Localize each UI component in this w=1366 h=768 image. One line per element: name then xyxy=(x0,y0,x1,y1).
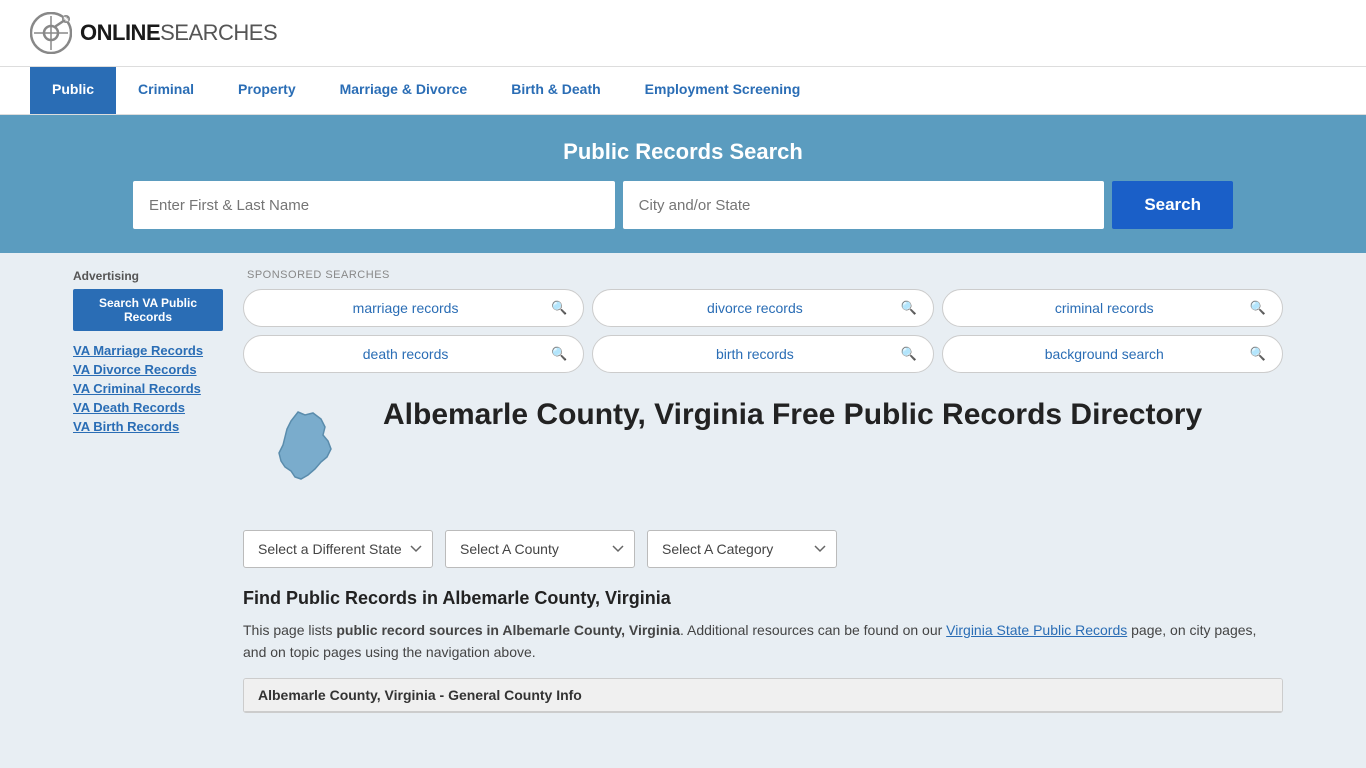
county-info-title: Albemarle County, Virginia - General Cou… xyxy=(244,679,1282,712)
page-header: Albemarle County, Virginia Free Public R… xyxy=(243,397,1283,510)
search-banner-title: Public Records Search xyxy=(30,139,1336,165)
search-icon-birth: 🔍 xyxy=(900,346,916,362)
logo[interactable]: ONLINESEARCHES xyxy=(30,12,277,54)
sponsored-marriage-records[interactable]: marriage records 🔍 xyxy=(243,289,584,327)
state-map xyxy=(243,397,363,510)
search-banner: Public Records Search Search xyxy=(0,115,1366,253)
dropdowns-row: Select a Different State Select A County… xyxy=(243,530,1283,568)
sidebar-ad-button[interactable]: Search VA Public Records xyxy=(73,289,223,331)
search-button[interactable]: Search xyxy=(1112,181,1233,229)
find-records-title: Find Public Records in Albemarle County,… xyxy=(243,588,1283,609)
search-icon-criminal: 🔍 xyxy=(1250,300,1266,316)
logo-text: ONLINESEARCHES xyxy=(80,20,277,46)
sidebar-link-va-marriage[interactable]: VA Marriage Records xyxy=(73,343,223,358)
site-header: ONLINESEARCHES xyxy=(0,0,1366,67)
sponsored-divorce-records[interactable]: divorce records 🔍 xyxy=(592,289,933,327)
content-area: SPONSORED SEARCHES marriage records 🔍 di… xyxy=(233,253,1303,733)
sponsored-grid: marriage records 🔍 divorce records 🔍 cri… xyxy=(243,289,1283,373)
nav-item-public[interactable]: Public xyxy=(30,67,116,114)
main-content: Advertising Search VA Public Records VA … xyxy=(63,253,1303,733)
name-search-input[interactable] xyxy=(133,181,615,229)
sidebar-link-va-death[interactable]: VA Death Records xyxy=(73,400,223,415)
sidebar-link-va-birth[interactable]: VA Birth Records xyxy=(73,419,223,434)
search-icon-marriage: 🔍 xyxy=(551,300,567,316)
category-dropdown[interactable]: Select A Category xyxy=(647,530,837,568)
sidebar-ad-label: Advertising xyxy=(73,269,223,283)
sponsored-death-records[interactable]: death records 🔍 xyxy=(243,335,584,373)
county-info-box: Albemarle County, Virginia - General Cou… xyxy=(243,678,1283,713)
state-dropdown[interactable]: Select a Different State xyxy=(243,530,433,568)
search-form: Search xyxy=(133,181,1233,229)
sponsored-label: SPONSORED SEARCHES xyxy=(247,269,1283,281)
search-icon-divorce: 🔍 xyxy=(900,300,916,316)
sidebar: Advertising Search VA Public Records VA … xyxy=(63,253,233,733)
location-search-input[interactable] xyxy=(623,181,1105,229)
sponsored-background-search[interactable]: background search 🔍 xyxy=(942,335,1283,373)
page-title: Albemarle County, Virginia Free Public R… xyxy=(383,397,1202,433)
county-dropdown[interactable]: Select A County xyxy=(445,530,635,568)
nav-item-employment[interactable]: Employment Screening xyxy=(623,67,823,114)
search-icon-death: 🔍 xyxy=(551,346,567,362)
sponsored-birth-records[interactable]: birth records 🔍 xyxy=(592,335,933,373)
sidebar-link-va-divorce[interactable]: VA Divorce Records xyxy=(73,362,223,377)
nav-item-marriage-divorce[interactable]: Marriage & Divorce xyxy=(318,67,490,114)
nav-item-criminal[interactable]: Criminal xyxy=(116,67,216,114)
nav-item-property[interactable]: Property xyxy=(216,67,318,114)
find-records-description: This page lists public record sources in… xyxy=(243,619,1283,664)
nav-item-birth-death[interactable]: Birth & Death xyxy=(489,67,622,114)
logo-icon xyxy=(30,12,72,54)
sponsored-criminal-records[interactable]: criminal records 🔍 xyxy=(942,289,1283,327)
main-nav: Public Criminal Property Marriage & Divo… xyxy=(0,67,1366,115)
search-icon-background: 🔍 xyxy=(1250,346,1266,362)
sidebar-link-va-criminal[interactable]: VA Criminal Records xyxy=(73,381,223,396)
virginia-records-link[interactable]: Virginia State Public Records xyxy=(946,622,1127,638)
